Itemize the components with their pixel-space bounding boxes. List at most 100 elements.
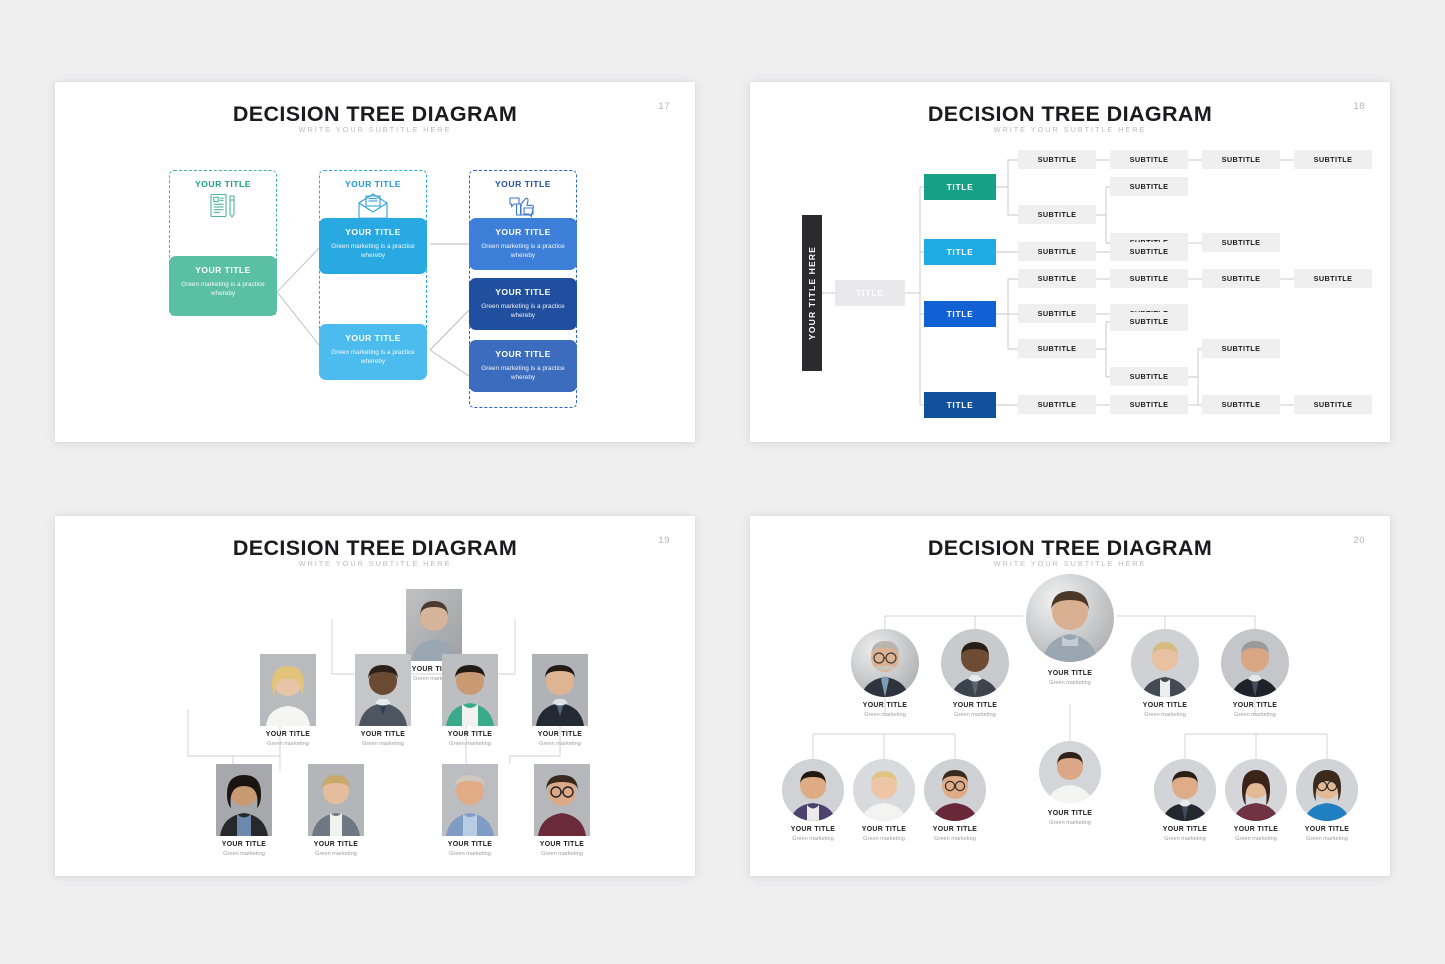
slide-18[interactable]: DECISION TREE DIAGRAM WRITE YOUR SUBTITL…	[750, 82, 1390, 442]
person-node[interactable]: YOUR TITLE Green marketing	[1039, 741, 1101, 826]
subtitle-box[interactable]: SUBTITLE	[1110, 269, 1188, 288]
branch-title-4[interactable]: TITLE	[924, 392, 996, 418]
person-node[interactable]: YOUR TITLE Green marketing	[1154, 759, 1216, 842]
person-role: Green marketing	[1144, 712, 1186, 718]
subtitle-box[interactable]: SUBTITLE	[1018, 242, 1096, 261]
avatar	[1225, 759, 1287, 821]
diagram-stage-4: YOUR TITLE Green marketing YOUR TITLE Gr…	[750, 516, 1390, 876]
subtitle-box[interactable]: SUBTITLE	[1110, 150, 1188, 169]
branch-label: TITLE	[946, 309, 974, 319]
subtitle-label: SUBTITLE	[1221, 155, 1261, 164]
subtitle-box[interactable]: SUBTITLE	[1110, 395, 1188, 414]
avatar	[260, 654, 316, 726]
person-node[interactable]: YOUR TITLE Green marketing	[1026, 574, 1114, 686]
avatar	[1296, 759, 1358, 821]
subtitle-box[interactable]: SUBTITLE	[1202, 269, 1280, 288]
person-name: YOUR TITLE	[1047, 810, 1093, 817]
person-node[interactable]: YOUR TITLE Green marketing	[941, 629, 1009, 718]
person-node[interactable]: YOUR TITLE Green marketing	[1225, 759, 1287, 842]
person-role: Green marketing	[863, 836, 905, 842]
person-name: YOUR TITLE	[360, 731, 406, 738]
person-role: Green marketing	[362, 741, 404, 747]
subtitle-box[interactable]: SUBTITLE	[1202, 395, 1280, 414]
subtitle-box[interactable]: SUBTITLE	[1202, 339, 1280, 358]
branch-title-3[interactable]: TITLE	[924, 301, 996, 327]
card-5[interactable]: YOUR TITLE Green marketing is a practice…	[469, 278, 577, 330]
subtitle-label: SUBTITLE	[1221, 344, 1261, 353]
column-1-heading: YOUR TITLE	[194, 179, 252, 189]
avatar	[1221, 629, 1289, 697]
branch-title-2[interactable]: TITLE	[924, 239, 996, 265]
person-node[interactable]: YOUR TITLE Green marketing	[428, 654, 512, 747]
person-node[interactable]: YOUR TITLE Green marketing	[518, 654, 602, 747]
person-name: YOUR TITLE	[537, 731, 583, 738]
person-role: Green marketing	[449, 851, 491, 857]
person-role: Green marketing	[864, 712, 906, 718]
avatar	[534, 764, 590, 836]
avatar	[1154, 759, 1216, 821]
subtitle-label: SUBTITLE	[1221, 274, 1261, 283]
avatar	[355, 654, 411, 726]
person-node[interactable]: YOUR TITLE Green marketing	[1296, 759, 1358, 842]
person-role: Green marketing	[1234, 712, 1276, 718]
subtitle-box[interactable]: SUBTITLE	[1294, 269, 1372, 288]
slide-20[interactable]: DECISION TREE DIAGRAM WRITE YOUR SUBTITL…	[750, 516, 1390, 876]
card-desc: Green marketing is a practice whereby	[181, 281, 265, 298]
person-node[interactable]: YOUR TITLE Green marketing	[853, 759, 915, 842]
connector-lines	[822, 159, 1294, 406]
person-node[interactable]: YOUR TITLE Green marketing	[202, 764, 286, 857]
card-3[interactable]: YOUR TITLE Green marketing is a practice…	[319, 324, 427, 380]
person-node[interactable]: YOUR TITLE Green marketing	[1221, 629, 1289, 718]
subtitle-box[interactable]: SUBTITLE	[1294, 395, 1372, 414]
subtitle-label: SUBTITLE	[1129, 372, 1169, 381]
person-node[interactable]: YOUR TITLE Green marketing	[782, 759, 844, 842]
diagram-stage-3: YOUR TITLE Green marketing YOUR TITLE Gr…	[55, 516, 695, 876]
root-title-label: TITLE	[856, 288, 884, 298]
person-role: Green marketing	[954, 712, 996, 718]
person-node[interactable]: YOUR TITLE Green marketing	[520, 764, 604, 857]
card-desc: Green marketing is a practice whereby	[481, 303, 565, 320]
subtitle-label: SUBTITLE	[1037, 344, 1077, 353]
subtitle-box[interactable]: SUBTITLE	[1018, 339, 1096, 358]
person-name: YOUR TITLE	[447, 731, 493, 738]
person-role: Green marketing	[539, 741, 581, 747]
person-node[interactable]: YOUR TITLE Green marketing	[246, 654, 330, 747]
subtitle-box[interactable]: SUBTITLE	[1110, 177, 1188, 196]
card-4[interactable]: YOUR TITLE Green marketing is a practice…	[469, 218, 577, 270]
subtitle-box[interactable]: SUBTITLE	[1294, 150, 1372, 169]
subtitle-box[interactable]: SUBTITLE	[1018, 269, 1096, 288]
person-role: Green marketing	[223, 851, 265, 857]
subtitle-box[interactable]: SUBTITLE	[1018, 150, 1096, 169]
card-6[interactable]: YOUR TITLE Green marketing is a practice…	[469, 340, 577, 392]
person-node[interactable]: YOUR TITLE Green marketing	[294, 764, 378, 857]
subtitle-box[interactable]: SUBTITLE	[1110, 242, 1188, 261]
subtitle-label: SUBTITLE	[1129, 247, 1169, 256]
card-title: YOUR TITLE	[195, 265, 251, 275]
subtitle-box[interactable]: SUBTITLE	[1018, 395, 1096, 414]
subtitle-box[interactable]: SUBTITLE	[1110, 312, 1188, 331]
person-node[interactable]: YOUR TITLE Green marketing	[851, 629, 919, 718]
slide-19[interactable]: DECISION TREE DIAGRAM WRITE YOUR SUBTITL…	[55, 516, 695, 876]
subtitle-box[interactable]: SUBTITLE	[1018, 205, 1096, 224]
diagram-stage-2: YOUR TITLE HERE TITLE TITLE TITLE TITLE …	[750, 82, 1390, 442]
avatar	[853, 759, 915, 821]
subtitle-label: SUBTITLE	[1313, 155, 1353, 164]
person-node[interactable]: YOUR TITLE Green marketing	[924, 759, 986, 842]
avatar	[308, 764, 364, 836]
subtitle-box[interactable]: SUBTITLE	[1202, 150, 1280, 169]
branch-title-1[interactable]: TITLE	[924, 174, 996, 200]
card-2[interactable]: YOUR TITLE Green marketing is a practice…	[319, 218, 427, 274]
subtitle-label: SUBTITLE	[1037, 247, 1077, 256]
subtitle-box[interactable]: SUBTITLE	[1018, 304, 1096, 323]
subtitle-box[interactable]: SUBTITLE	[1202, 233, 1280, 252]
subtitle-box[interactable]: SUBTITLE	[1110, 367, 1188, 386]
column-3-heading: YOUR TITLE	[494, 179, 552, 189]
person-node[interactable]: YOUR TITLE Green marketing	[1131, 629, 1199, 718]
open-envelope-icon	[319, 192, 427, 220]
person-node[interactable]: YOUR TITLE Green marketing	[428, 764, 512, 857]
root-title-box[interactable]: TITLE	[835, 280, 905, 306]
slide-17[interactable]: DECISION TREE DIAGRAM WRITE YOUR SUBTITL…	[55, 82, 695, 442]
branch-label: TITLE	[946, 247, 974, 257]
person-node[interactable]: YOUR TITLE Green marketing	[341, 654, 425, 747]
card-1[interactable]: YOUR TITLE Green marketing is a practice…	[169, 256, 277, 316]
